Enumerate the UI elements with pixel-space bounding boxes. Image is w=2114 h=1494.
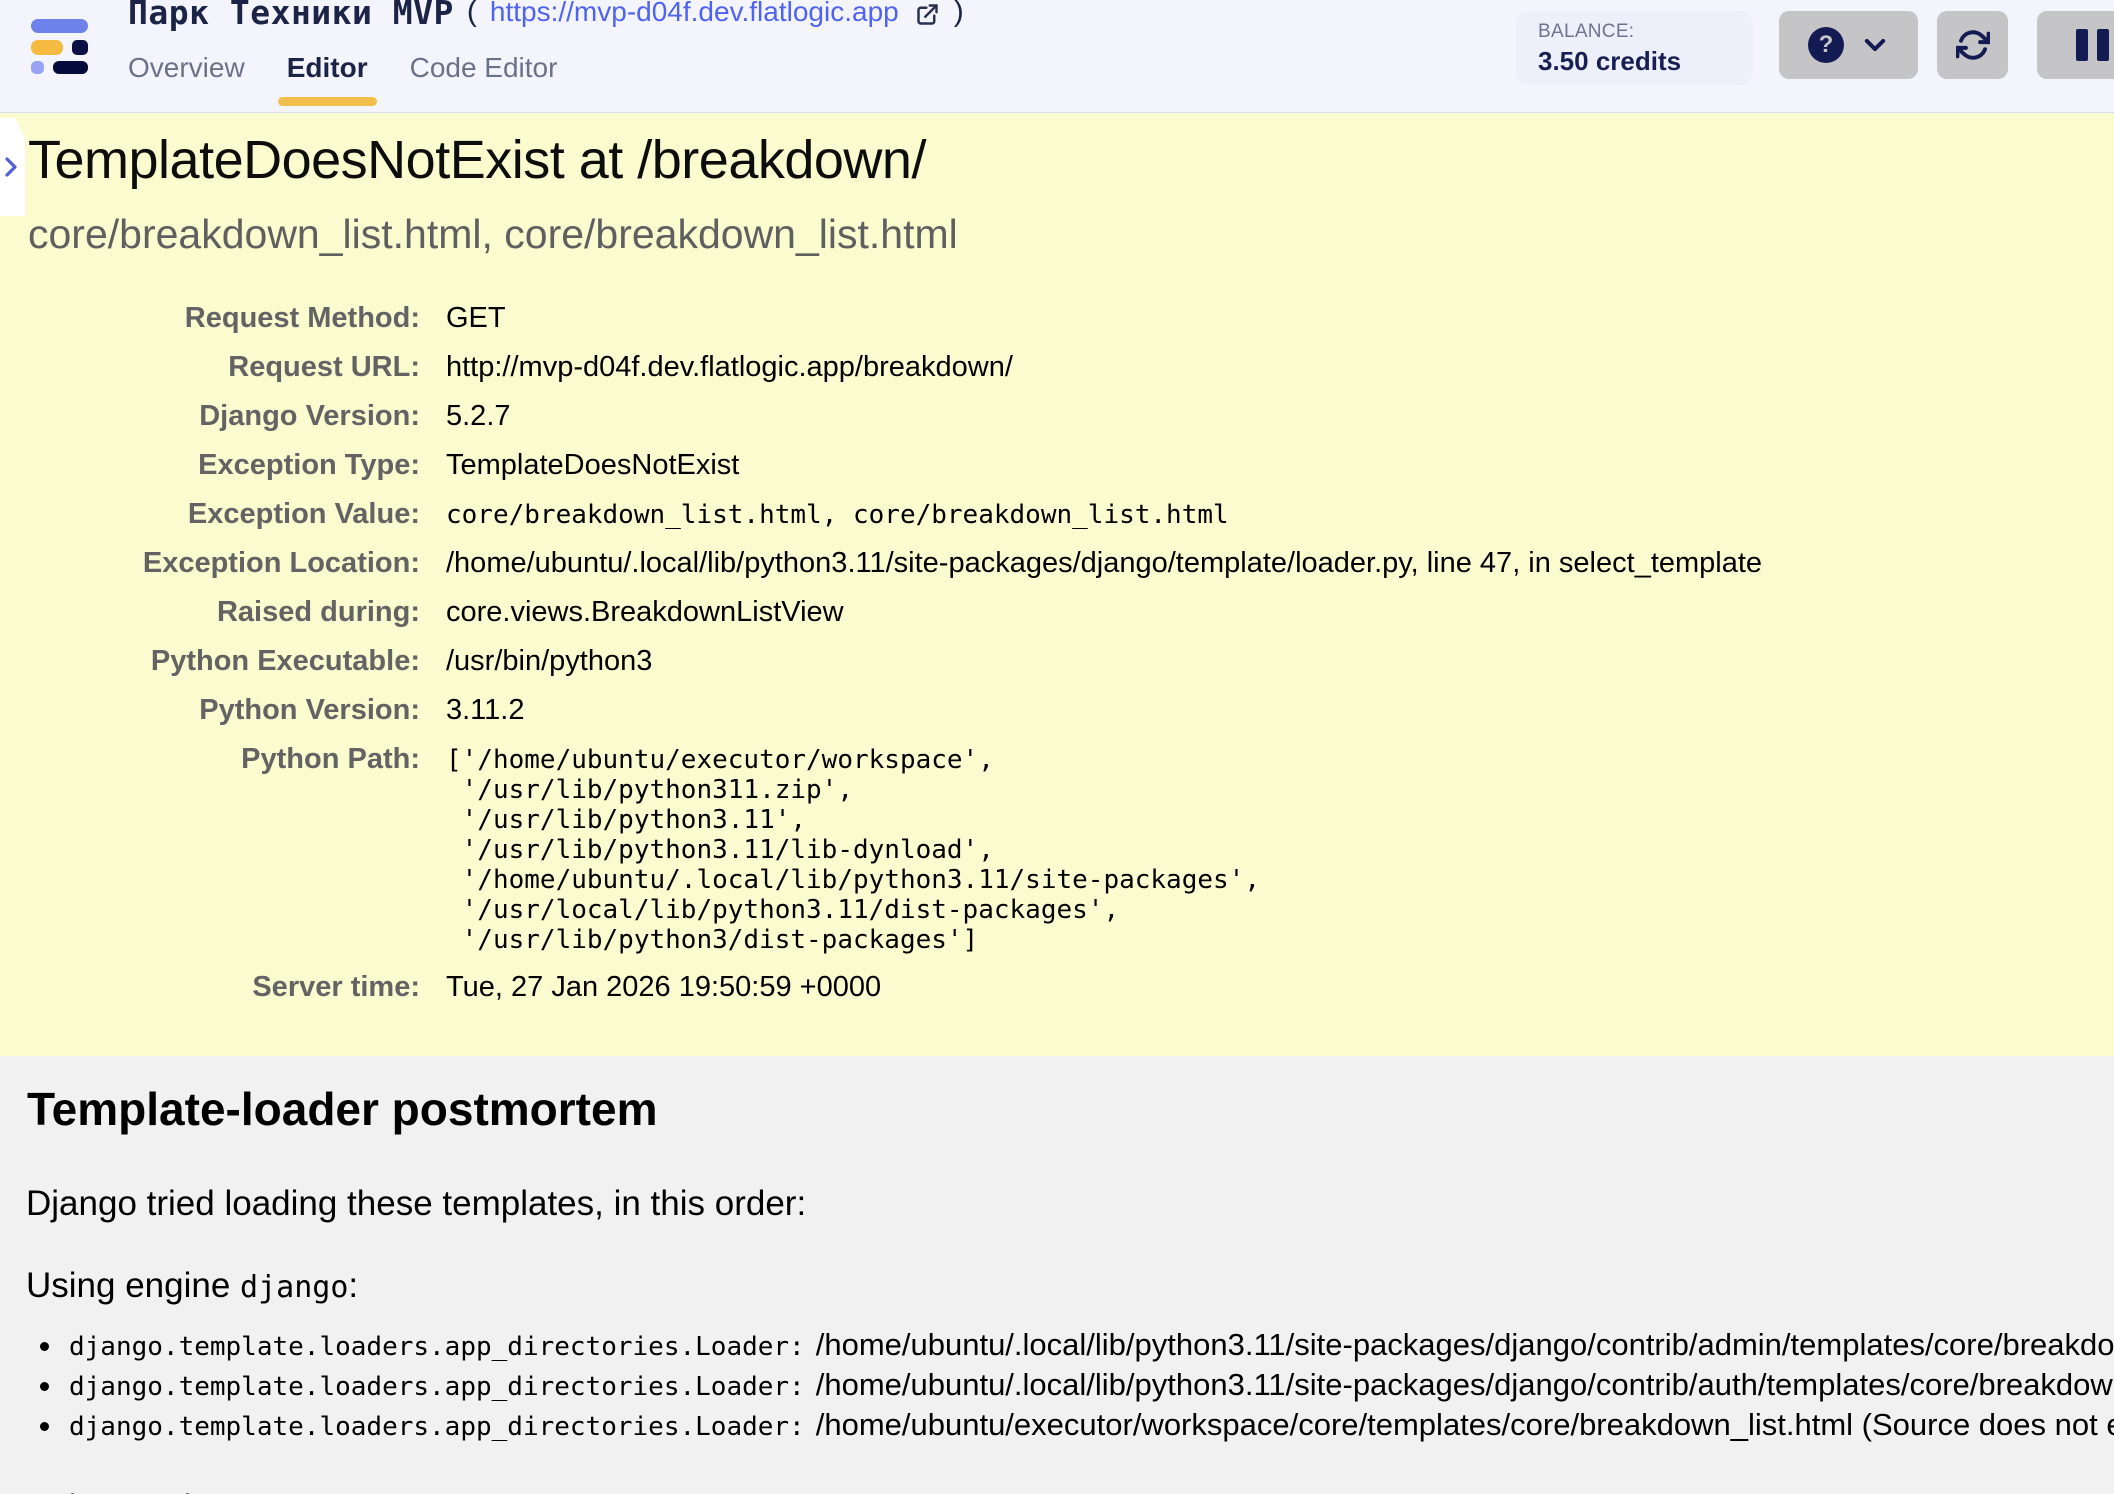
- meta-value: GET: [446, 294, 2114, 343]
- header-title-block: Парк Техники MVP ( https://mvp-d04f.dev.…: [128, 0, 964, 84]
- meta-label: Exception Location:: [0, 539, 420, 588]
- logo-block: [31, 61, 44, 74]
- engine-prefix: Using engine: [26, 1488, 240, 1494]
- bullet-icon: [40, 1342, 49, 1351]
- meta-value: /home/ubuntu/.local/lib/python3.11/site-…: [446, 539, 2114, 588]
- balance-label: BALANCE:: [1538, 21, 1753, 43]
- logo-block: [31, 19, 88, 33]
- loader-list: django.template.loaders.app_directories.…: [0, 1326, 2114, 1446]
- loader-path: /home/ubuntu/.local/lib/python3.11/site-…: [816, 1326, 2114, 1363]
- meta-label: Django Version:: [0, 392, 420, 441]
- meta-value: Tue, 27 Jan 2026 19:50:59 +0000: [446, 963, 2114, 1012]
- logo-block: [72, 40, 88, 55]
- engine-name: django: [240, 1270, 348, 1305]
- error-meta-table: Request Method: GET Request URL: http://…: [0, 294, 2114, 1012]
- refresh-icon: [1956, 28, 1990, 62]
- app-url-link[interactable]: https://mvp-d04f.dev.flatlogic.app: [490, 0, 899, 28]
- app-header: Парк Техники MVP ( https://mvp-d04f.dev.…: [0, 0, 2114, 113]
- loader-path: /home/ubuntu/.local/lib/python3.11/site-…: [816, 1366, 2114, 1403]
- tab-editor[interactable]: Editor: [287, 52, 368, 84]
- refresh-button[interactable]: [1937, 11, 2008, 79]
- loader-item: django.template.loaders.app_directories.…: [40, 1326, 2114, 1366]
- meta-value: http://mvp-d04f.dev.flatlogic.app/breakd…: [446, 343, 2114, 392]
- meta-label: Python Path:: [0, 735, 420, 784]
- meta-label: Python Version:: [0, 686, 420, 735]
- logo-block: [31, 40, 63, 55]
- header-actions: BALANCE: 3.50 credits ?: [1516, 11, 2114, 85]
- meta-value: 5.2.7: [446, 392, 2114, 441]
- panel-expand-chevron-icon: [3, 154, 19, 180]
- panel-toggle[interactable]: [0, 118, 25, 216]
- meta-label: Server time:: [0, 963, 420, 1012]
- loader-class: django.template.loaders.app_directories.…: [69, 1409, 805, 1446]
- balance-badge: BALANCE: 3.50 credits: [1516, 11, 1753, 85]
- paren-open: (: [467, 0, 477, 29]
- paren-close: ): [954, 0, 964, 29]
- editor-tabs: Overview Editor Code Editor: [128, 52, 964, 84]
- meta-label: Python Executable:: [0, 637, 420, 686]
- template-loader-postmortem: Template-loader postmortem Django tried …: [0, 1056, 2114, 1494]
- meta-label: Exception Type:: [0, 441, 420, 490]
- pause-icon: [2076, 29, 2088, 61]
- flatlogic-logo-icon[interactable]: [31, 19, 89, 72]
- external-link-icon[interactable]: [914, 1, 941, 28]
- preview-pane: TemplateDoesNotExist at /breakdown/ core…: [0, 113, 2114, 1494]
- meta-value: /usr/bin/python3: [446, 637, 2114, 686]
- meta-value: core/breakdown_list.html, core/breakdown…: [446, 490, 2114, 538]
- engine-line: Using engine django:: [26, 1266, 2114, 1306]
- error-title: TemplateDoesNotExist at /breakdown/: [28, 129, 2114, 191]
- engine-line: Using engine django:: [26, 1488, 2114, 1494]
- help-icon: ?: [1808, 27, 1844, 63]
- meta-label: Exception Value:: [0, 490, 420, 539]
- loader-class: django.template.loaders.app_directories.…: [69, 1329, 805, 1366]
- meta-label: Raised during:: [0, 588, 420, 637]
- meta-value: 3.11.2: [446, 686, 2114, 735]
- balance-value: 3.50 credits: [1538, 46, 1753, 77]
- meta-value: TemplateDoesNotExist: [446, 441, 2114, 490]
- logo-block: [53, 61, 88, 74]
- loader-path: /home/ubuntu/executor/workspace/core/tem…: [816, 1406, 2114, 1443]
- loader-item: django.template.loaders.app_directories.…: [40, 1366, 2114, 1406]
- meta-value: core.views.BreakdownListView: [446, 588, 2114, 637]
- python-path-value: ['/home/ubuntu/executor/workspace', '/us…: [446, 735, 2114, 963]
- tab-editor-label: Editor: [287, 52, 368, 83]
- bullet-icon: [40, 1382, 49, 1391]
- engine-suffix: :: [348, 1266, 358, 1305]
- loader-class: django.template.loaders.app_directories.…: [69, 1369, 805, 1406]
- bullet-icon: [40, 1422, 49, 1431]
- project-title: Парк Техники MVP: [128, 0, 454, 32]
- pause-button[interactable]: [2037, 11, 2114, 79]
- postmortem-title: Template-loader postmortem: [27, 1082, 2114, 1136]
- tab-overview[interactable]: Overview: [128, 52, 245, 84]
- loader-item: django.template.loaders.app_directories.…: [40, 1406, 2114, 1446]
- meta-label: Request Method:: [0, 294, 420, 343]
- chevron-down-icon: [1861, 31, 1889, 59]
- engine-prefix: Using engine: [26, 1266, 240, 1305]
- tab-code-editor[interactable]: Code Editor: [410, 52, 558, 84]
- engine-suffix: :: [348, 1488, 358, 1494]
- active-tab-underline: [278, 97, 377, 106]
- error-subtitle: core/breakdown_list.html, core/breakdown…: [28, 211, 2114, 258]
- help-menu-button[interactable]: ?: [1779, 11, 1918, 79]
- postmortem-intro: Django tried loading these templates, in…: [26, 1184, 2114, 1224]
- error-summary: TemplateDoesNotExist at /breakdown/ core…: [0, 113, 2114, 1056]
- meta-label: Request URL:: [0, 343, 420, 392]
- pause-icon: [2097, 29, 2109, 61]
